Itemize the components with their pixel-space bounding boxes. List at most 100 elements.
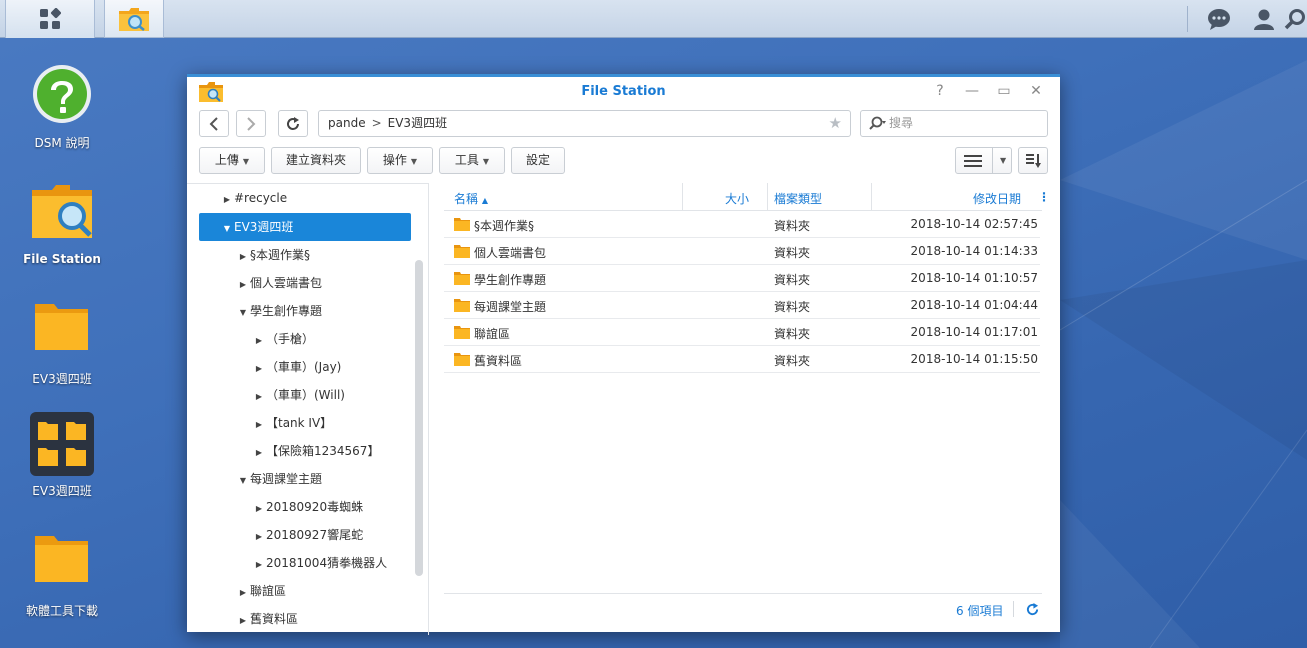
desktop-icon-label: DSM 說明 bbox=[34, 136, 90, 150]
caret-right-icon[interactable]: ▶ bbox=[236, 243, 250, 271]
caret-down-icon[interactable]: ▼ bbox=[236, 299, 250, 327]
tree-item[interactable]: ▶ 20181004猜拳機器人 bbox=[199, 549, 411, 577]
create-folder-button[interactable]: 建立資料夾 bbox=[271, 147, 361, 174]
caret-right-icon[interactable]: ▶ bbox=[252, 495, 266, 523]
back-button[interactable] bbox=[199, 110, 229, 137]
desktop-icon-dsm-help[interactable]: DSM 說明 bbox=[7, 64, 117, 151]
chevron-left-icon bbox=[209, 116, 218, 131]
minimize-button[interactable]: — bbox=[961, 82, 983, 100]
file-row[interactable]: 個人雲端書包 資料夾 2018-10-14 01:14:33 bbox=[444, 238, 1040, 265]
close-button[interactable]: ✕ bbox=[1025, 82, 1047, 100]
refresh-button[interactable] bbox=[278, 110, 308, 137]
file-station-window: File Station ? — ▭ ✕ pande > EV3週四班 ★ 搜尋 上… bbox=[187, 74, 1060, 635]
tree-item[interactable]: ▶ 20180927響尾蛇 bbox=[199, 521, 411, 549]
tree-item[interactable]: ▶ 舊資料區 bbox=[199, 605, 411, 633]
tree-item[interactable]: ▶ 【保險箱1234567】 bbox=[199, 437, 411, 465]
caret-down-icon[interactable]: ▼ bbox=[220, 215, 234, 243]
taskbar-file-station-button[interactable] bbox=[104, 0, 164, 38]
desktop-icon-file-station[interactable]: File Station bbox=[7, 182, 117, 266]
tree-scrollbar[interactable] bbox=[415, 260, 423, 576]
file-modified: 2018-10-14 01:04:44 bbox=[910, 298, 1038, 312]
sort-button[interactable] bbox=[1018, 147, 1048, 174]
action-button[interactable]: 操作 ▼ bbox=[367, 147, 433, 174]
file-type: 資料夾 bbox=[774, 219, 811, 233]
file-name: 舊資料區 bbox=[474, 354, 523, 368]
path-bar[interactable]: pande > EV3週四班 ★ bbox=[318, 110, 851, 137]
forward-button[interactable] bbox=[236, 110, 266, 137]
caret-right-icon[interactable]: ▶ bbox=[252, 551, 266, 579]
tools-button[interactable]: 工具 ▼ bbox=[439, 147, 505, 174]
tree-item-selected[interactable]: ▼ EV3週四班 bbox=[199, 213, 411, 241]
star-icon[interactable]: ★ bbox=[829, 111, 842, 136]
main-menu-button[interactable] bbox=[5, 0, 95, 38]
tree-item[interactable]: ▶ 聯誼區 bbox=[199, 577, 411, 605]
folder-icon bbox=[454, 245, 470, 258]
caret-right-icon[interactable]: ▶ bbox=[236, 271, 250, 299]
folder-icon bbox=[35, 304, 88, 350]
caret-right-icon[interactable]: ▶ bbox=[236, 579, 250, 607]
file-row[interactable]: §本週作業§ 資料夾 2018-10-14 02:57:45 bbox=[444, 211, 1040, 238]
file-list: 名稱 ▲ 大小 檔案類型 修改日期 ⋮ §本週作業§ 資料夾 2018-10-1… bbox=[444, 183, 1050, 593]
upload-button[interactable]: 上傳 ▼ bbox=[199, 147, 265, 174]
file-modified: 2018-10-14 01:15:50 bbox=[910, 352, 1038, 366]
tree-item[interactable]: ▶ （手槍） bbox=[199, 325, 411, 353]
tree-item[interactable]: ▼ 每週課堂主題 bbox=[199, 465, 411, 493]
search-icon bbox=[1284, 9, 1305, 30]
refresh-icon[interactable] bbox=[1026, 603, 1039, 616]
chevron-right-icon bbox=[247, 116, 256, 131]
search-icon bbox=[869, 116, 886, 130]
column-type[interactable]: 檔案類型 bbox=[774, 190, 822, 207]
column-size[interactable]: 大小 bbox=[725, 190, 749, 207]
caret-right-icon[interactable]: ▶ bbox=[252, 411, 266, 439]
tree-item[interactable]: ▶ #recycle bbox=[199, 184, 411, 212]
file-name: 個人雲端書包 bbox=[474, 246, 547, 260]
file-type: 資料夾 bbox=[774, 327, 811, 341]
tree-item[interactable]: ▶ 【tank IV】 bbox=[199, 409, 411, 437]
taskbar bbox=[0, 0, 1307, 38]
caret-right-icon[interactable]: ▶ bbox=[236, 607, 250, 635]
tree-item[interactable]: ▶ 個人雲端書包 bbox=[199, 269, 411, 297]
tree-item[interactable]: ▼ 學生創作專題 bbox=[199, 297, 411, 325]
tree-item[interactable]: ▶ （車車）(Jay) bbox=[199, 353, 411, 381]
caret-down-icon[interactable]: ▼ bbox=[236, 467, 250, 495]
file-row[interactable]: 聯誼區 資料夾 2018-10-14 01:17:01 bbox=[444, 319, 1040, 346]
settings-button[interactable]: 設定 bbox=[511, 147, 565, 174]
caret-right-icon[interactable]: ▶ bbox=[252, 327, 266, 355]
search-button[interactable] bbox=[1283, 0, 1307, 38]
file-row[interactable]: 舊資料區 資料夾 2018-10-14 01:15:50 bbox=[444, 346, 1040, 373]
tree-item[interactable]: ▶ §本週作業§ bbox=[199, 241, 411, 269]
user-icon bbox=[1254, 9, 1274, 30]
window-titlebar[interactable]: File Station ? — ▭ ✕ bbox=[187, 77, 1060, 107]
caret-right-icon[interactable]: ▶ bbox=[220, 186, 234, 214]
column-name[interactable]: 名稱 ▲ bbox=[454, 190, 488, 207]
file-name: 學生創作專題 bbox=[474, 273, 547, 287]
desktop-icon-label: EV3週四班 bbox=[32, 372, 92, 386]
tree-item[interactable]: ▶ 20180920毒蜘蛛 bbox=[199, 493, 411, 521]
folder-icon bbox=[454, 272, 470, 285]
help-icon bbox=[33, 65, 91, 123]
caret-right-icon[interactable]: ▶ bbox=[252, 439, 266, 467]
caret-right-icon[interactable]: ▶ bbox=[252, 383, 266, 411]
view-mode-button[interactable]: ▼ bbox=[955, 147, 1012, 174]
user-button[interactable] bbox=[1243, 0, 1285, 38]
breadcrumb-current[interactable]: EV3週四班 bbox=[388, 116, 447, 130]
desktop-icon-software-folder[interactable]: 軟體工具下載 bbox=[7, 532, 117, 619]
file-row[interactable]: 每週課堂主題 資料夾 2018-10-14 01:04:44 bbox=[444, 292, 1040, 319]
desktop-icon-ev3-group[interactable]: EV3週四班 bbox=[7, 412, 117, 499]
file-row[interactable]: 學生創作專題 資料夾 2018-10-14 01:10:57 bbox=[444, 265, 1040, 292]
file-modified: 2018-10-14 01:14:33 bbox=[910, 244, 1038, 258]
desktop-icon-ev3-folder[interactable]: EV3週四班 bbox=[7, 300, 117, 387]
maximize-button[interactable]: ▭ bbox=[993, 82, 1015, 100]
caret-right-icon[interactable]: ▶ bbox=[252, 355, 266, 383]
tree-item[interactable]: ▶ （車車）(Will) bbox=[199, 381, 411, 409]
column-menu-icon[interactable]: ⋮ bbox=[1038, 190, 1050, 204]
column-modified[interactable]: 修改日期 bbox=[973, 190, 1021, 207]
chat-icon bbox=[1208, 9, 1230, 30]
file-station-icon bbox=[119, 7, 149, 31]
caret-right-icon[interactable]: ▶ bbox=[252, 523, 266, 551]
caret-down-icon: ▼ bbox=[1000, 156, 1007, 165]
breadcrumb-root[interactable]: pande bbox=[328, 116, 366, 130]
search-input[interactable]: 搜尋 bbox=[860, 110, 1048, 137]
help-button[interactable]: ? bbox=[929, 82, 951, 100]
notifications-button[interactable] bbox=[1198, 0, 1240, 38]
